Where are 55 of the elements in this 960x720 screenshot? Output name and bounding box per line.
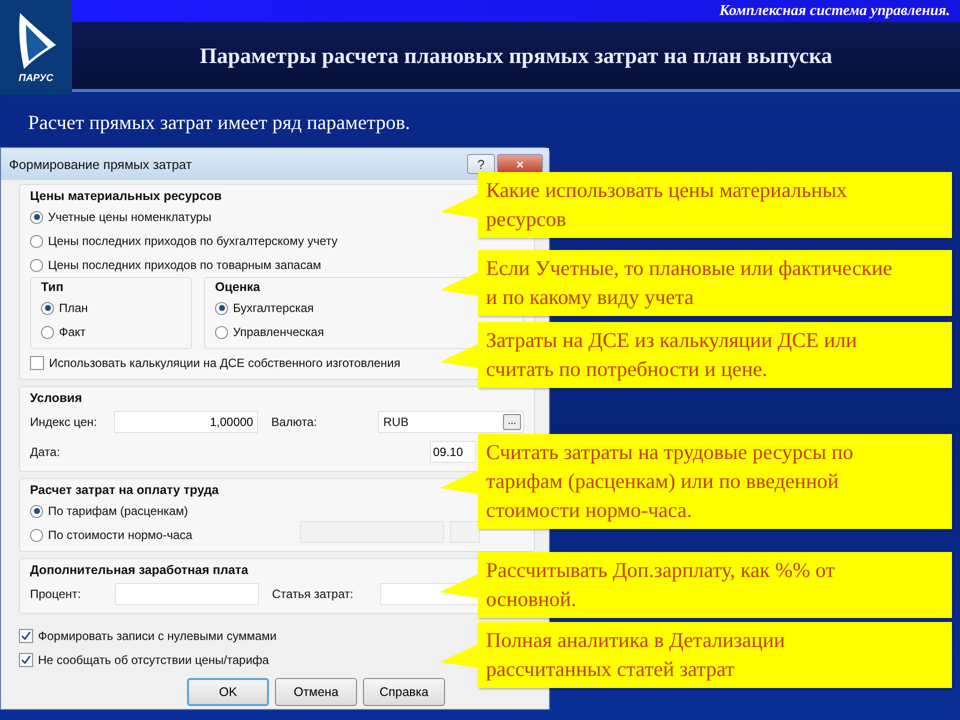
radio-label: Цены последних приходов по бухгалтерскому учету bbox=[48, 234, 338, 248]
field-label: Индекс цен: bbox=[30, 415, 98, 429]
callout-tooltip: Считать затраты на трудовые ресурсы по тарифам (расценкам) или по введенной стоимости нормо-часа. bbox=[478, 434, 952, 529]
radio-label: Управленческая bbox=[233, 325, 324, 339]
radio-label: Бухгалтерская bbox=[233, 301, 314, 315]
radio-label: Учетные цены номенклатуры bbox=[48, 210, 212, 224]
checkbox-label: Не сообщать об отсутствии цены/тарифа bbox=[38, 653, 269, 667]
checkbox[interactable] bbox=[19, 629, 33, 643]
radio-button[interactable] bbox=[30, 258, 43, 272]
radio-button[interactable] bbox=[215, 326, 228, 338]
field-label: Статья затрат: bbox=[271, 587, 354, 601]
tagline: Комплексная система управления. bbox=[719, 2, 950, 20]
input-field[interactable] bbox=[115, 583, 259, 605]
group-title: Оценка bbox=[215, 279, 260, 296]
radio-label: Цены последних приходов по товарным запасам bbox=[48, 258, 322, 272]
radio-label: По тарифам (расценкам) bbox=[48, 504, 188, 518]
radio-button[interactable] bbox=[30, 234, 43, 248]
radio-button[interactable] bbox=[30, 210, 43, 224]
group-title: Цены материальных ресурсов bbox=[30, 188, 222, 205]
logo: ПАРУС bbox=[0, 0, 72, 95]
slide-title: Параметры расчета плановых прямых затрат на план выпуска bbox=[200, 42, 832, 68]
input-field[interactable]: 1,00000 bbox=[114, 411, 258, 433]
radio-label: Факт bbox=[59, 325, 86, 339]
window-title: Формирование прямых затрат bbox=[9, 156, 193, 172]
dialog-button[interactable]: Отмена bbox=[275, 678, 357, 706]
callout-tooltip: Рассчитывать Доп.зарплату, как %% от основной. bbox=[478, 552, 952, 618]
radio-button[interactable] bbox=[30, 528, 43, 542]
callout-tooltip: Если Учетные, то плановые или фактические и по какому виду учета bbox=[478, 250, 952, 316]
callout-tooltip: Какие использовать цены материальных ресурсов bbox=[478, 172, 952, 238]
dialog-button[interactable]: Справка bbox=[363, 678, 445, 706]
field-label: Дата: bbox=[30, 445, 61, 459]
dialog-button[interactable]: OK bbox=[187, 678, 269, 706]
browse-button[interactable]: ... bbox=[503, 414, 521, 430]
field-label: Валюта: bbox=[270, 415, 318, 429]
callout-tooltip: Полная аналитика в Детализации рассчитанных статей затрат bbox=[478, 622, 952, 688]
radio-label: План bbox=[59, 301, 88, 315]
radio-button[interactable] bbox=[215, 302, 228, 314]
group-title: Условия bbox=[30, 390, 82, 407]
field-label: Процент: bbox=[30, 587, 82, 601]
checkbox-label: Использовать калькуляции на ДСЕ собственного изготовления bbox=[49, 356, 400, 370]
input-field[interactable]: RUB ... bbox=[378, 411, 524, 433]
radio-button[interactable] bbox=[41, 326, 54, 338]
group-title: Тип bbox=[41, 279, 64, 296]
radio-button[interactable] bbox=[30, 504, 43, 518]
group-title: Расчет затрат на оплату труда bbox=[30, 482, 219, 499]
input-field[interactable]: 09.10 bbox=[430, 441, 476, 463]
callout-tooltip: Затраты на ДСЕ из калькуляции ДСЕ или считать по потребности и цене. bbox=[478, 322, 952, 388]
checkbox[interactable] bbox=[19, 653, 33, 667]
radio-label: По стоимости нормо-часа bbox=[48, 528, 192, 542]
radio-button[interactable] bbox=[41, 302, 54, 314]
checkbox-label: Формировать записи с нулевыми суммами bbox=[38, 629, 277, 643]
slide-subtitle: Расчет прямых затрат имеет ряд параметров. bbox=[28, 112, 410, 136]
help-button[interactable]: ? bbox=[467, 154, 495, 174]
group-title: Дополнительная заработная плата bbox=[30, 562, 248, 579]
checkbox[interactable] bbox=[30, 356, 44, 370]
